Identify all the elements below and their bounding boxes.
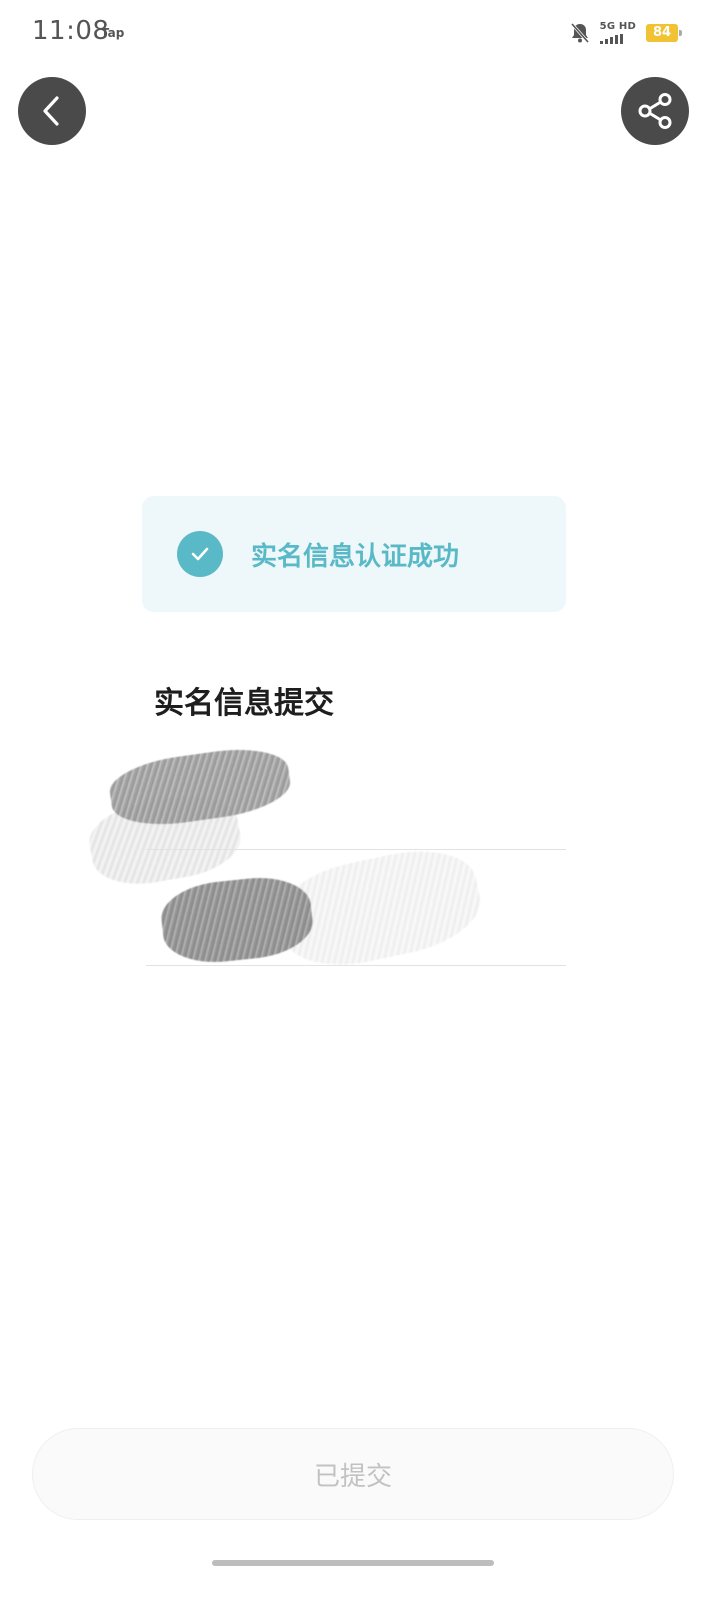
battery-icon: 84 [646, 24, 682, 42]
field-divider [146, 965, 566, 966]
network-type: 5G HD [599, 21, 636, 32]
mute-bell-icon [570, 22, 590, 44]
submitted-button[interactable]: 已提交 [32, 1428, 674, 1520]
status-bar: 11:08 Tap 5G HD 84 [0, 0, 720, 70]
signal-icon: 5G HD [599, 21, 636, 44]
share-button[interactable] [621, 77, 689, 145]
redaction-mark [158, 872, 316, 968]
battery-level: 84 [652, 25, 672, 40]
section-title: 实名信息提交 [154, 686, 334, 721]
status-app-tag: Tap [101, 26, 125, 40]
field-divider [146, 849, 566, 850]
share-icon [638, 93, 672, 129]
status-indicators: 5G HD 84 [570, 21, 682, 44]
redaction-mark [106, 741, 294, 833]
check-icon [177, 531, 223, 577]
status-time: 11:08 [32, 16, 110, 46]
back-button[interactable] [18, 77, 86, 145]
success-message: 实名信息认证成功 [251, 542, 460, 572]
home-indicator[interactable] [212, 1560, 494, 1566]
submitted-button-label: 已提交 [313, 1461, 392, 1492]
chevron-left-icon [43, 96, 59, 126]
redacted-form [84, 740, 570, 980]
success-banner: 实名信息认证成功 [142, 496, 566, 612]
